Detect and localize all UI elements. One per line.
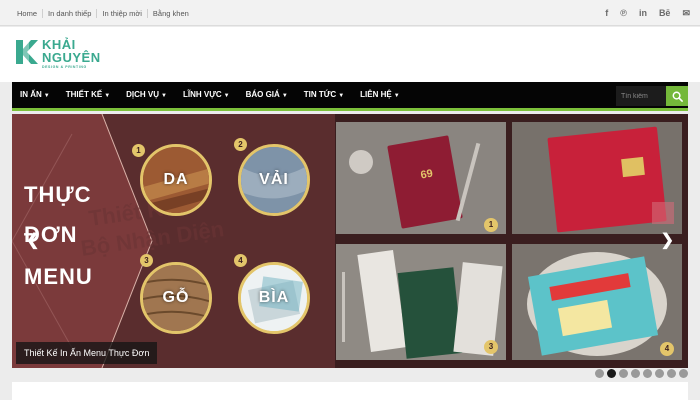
nav-item-design[interactable]: THIẾT KẾ ▼ — [58, 82, 118, 109]
material-number-3: 3 — [140, 254, 153, 267]
svg-text:69: 69 — [420, 168, 434, 182]
logo-text[interactable]: KHẢI NGUYÊN DESIGN & PRINTING — [42, 38, 101, 69]
page: Home In danh thiếp In thiệp mời Bằng khe… — [0, 0, 700, 400]
material-circle-wood: GỖ — [140, 262, 212, 334]
photo-number-4: 4 — [660, 342, 674, 356]
slider-dot-active[interactable] — [607, 369, 616, 378]
slide-photo-grid: 69 1 3 4 — [335, 114, 688, 368]
facebook-icon[interactable]: f — [605, 8, 608, 18]
menu-photo-3: 3 — [336, 244, 506, 360]
menu-photo-2-graphic — [512, 122, 682, 234]
slider-next-arrow[interactable]: ❯ — [661, 230, 674, 250]
top-link-certificate[interactable]: Bằng khen — [148, 9, 194, 18]
menu-photo-3-graphic — [336, 244, 506, 360]
main-nav: IN ẤN ▼ THIẾT KẾ ▼ DỊCH VỤ ▼ LĨNH VỰC ▼ BÁO … — [12, 82, 688, 111]
nav-item-services[interactable]: DỊCH VỤ ▼ — [118, 82, 175, 109]
top-link-invitation[interactable]: In thiệp mời — [97, 8, 148, 18]
nav-item-pricing[interactable]: BÁO GIÁ ▼ — [238, 82, 296, 109]
menu-photo-2 — [512, 122, 682, 234]
chevron-down-icon: ▼ — [161, 92, 167, 99]
pinterest-icon[interactable]: ℗ — [620, 8, 627, 18]
chevron-down-icon: ▼ — [43, 92, 50, 99]
behance-icon[interactable]: Bē — [659, 8, 671, 18]
material-label-cover: BÌA — [258, 289, 290, 306]
top-links: Home In danh thiếp In thiệp mời Bằng khe… — [12, 0, 194, 26]
search-box — [616, 86, 688, 106]
photo-number-1: 1 — [484, 218, 498, 232]
nav-item-label: LĨNH VỰC — [182, 89, 222, 99]
nav-item-printing[interactable]: IN ẤN ▼ — [12, 82, 58, 109]
nav-item-label: TIN TỨC — [303, 89, 337, 99]
menu-photo-1-graphic: 69 — [336, 122, 506, 234]
chevron-down-icon: ▼ — [281, 92, 288, 99]
nav-item-label: BÁO GIÁ — [245, 89, 280, 99]
slider-dot[interactable] — [619, 369, 628, 378]
content-card — [12, 382, 688, 400]
slide-graphic-panel: Thiết Kế Bộ Nhận Diện THỰC ĐƠN MENU DA 1 — [12, 114, 335, 368]
chevron-down-icon: ▼ — [104, 92, 111, 99]
material-number-4: 4 — [234, 254, 247, 267]
material-label-wood: GỖ — [162, 289, 190, 306]
top-link-home[interactable]: Home — [12, 8, 44, 18]
chevron-down-icon: ▼ — [338, 92, 345, 99]
nav-item-label: THIẾT KẾ — [65, 89, 103, 99]
slider-dot[interactable] — [595, 369, 604, 378]
logo-mark-icon[interactable] — [14, 38, 40, 66]
material-number-1: 1 — [132, 144, 145, 157]
top-bar: Home In danh thiếp In thiệp mời Bằng khe… — [0, 0, 700, 26]
slider-pagination — [595, 369, 688, 378]
nav-item-news[interactable]: TIN TỨC ▼ — [296, 82, 352, 109]
logo-line-2: NGUYÊN — [42, 50, 101, 65]
photo-number-3: 3 — [484, 340, 498, 354]
slider-dot[interactable] — [667, 369, 676, 378]
slider-dot[interactable] — [643, 369, 652, 378]
menu-photo-4-graphic — [512, 244, 682, 360]
search-input[interactable] — [616, 86, 666, 106]
nav-item-label: IN ẤN — [20, 89, 42, 99]
material-label-fabric: VẢI — [259, 171, 289, 188]
email-icon[interactable]: ✉ — [682, 8, 690, 18]
nav-item-fields[interactable]: LĨNH VỰC ▼ — [175, 82, 238, 109]
hero-slider[interactable]: Thiết Kế Bộ Nhận Diện THỰC ĐƠN MENU DA 1 — [12, 114, 688, 368]
linkedin-icon[interactable]: in — [639, 8, 647, 18]
slider-dot[interactable] — [655, 369, 664, 378]
nav-item-contact[interactable]: LIÊN HỆ ▼ — [352, 82, 408, 109]
nav-item-label: LIÊN HỆ — [360, 89, 392, 99]
slider-dot[interactable] — [631, 369, 640, 378]
chevron-down-icon: ▼ — [393, 92, 400, 99]
search-button[interactable] — [666, 86, 688, 106]
nav-item-label: DỊCH VỤ — [126, 89, 160, 99]
slide-word-3: MENU — [24, 264, 93, 289]
material-label-leather: DA — [163, 171, 189, 188]
chevron-down-icon: ▼ — [223, 92, 230, 99]
material-circle-leather: DA — [140, 144, 212, 216]
slider-dot[interactable] — [679, 369, 688, 378]
search-icon — [672, 91, 683, 102]
slider-prev-arrow[interactable]: ❮ — [26, 230, 39, 250]
logo-tagline: DESIGN & PRINTING — [42, 65, 87, 69]
menu-photo-4: 4 — [512, 244, 682, 360]
material-circle-fabric: VẢI — [238, 144, 310, 216]
top-link-business-card[interactable]: In danh thiếp — [43, 8, 98, 18]
material-number-2: 2 — [234, 138, 247, 151]
nav-items: IN ẤN ▼ THIẾT KẾ ▼ DỊCH VỤ ▼ LĨNH VỰC ▼ BÁO … — [12, 82, 408, 108]
site-header: KHẢI NGUYÊN DESIGN & PRINTING — [0, 27, 700, 82]
slide-caption[interactable]: Thiết Kế In Ấn Menu Thực Đơn — [16, 342, 158, 364]
social-links: f ℗ in Bē ✉ — [605, 0, 690, 26]
slide-word-1: THỰC — [24, 182, 92, 207]
menu-photo-1: 69 1 — [336, 122, 506, 234]
material-circle-cover: BÌA — [238, 262, 310, 334]
